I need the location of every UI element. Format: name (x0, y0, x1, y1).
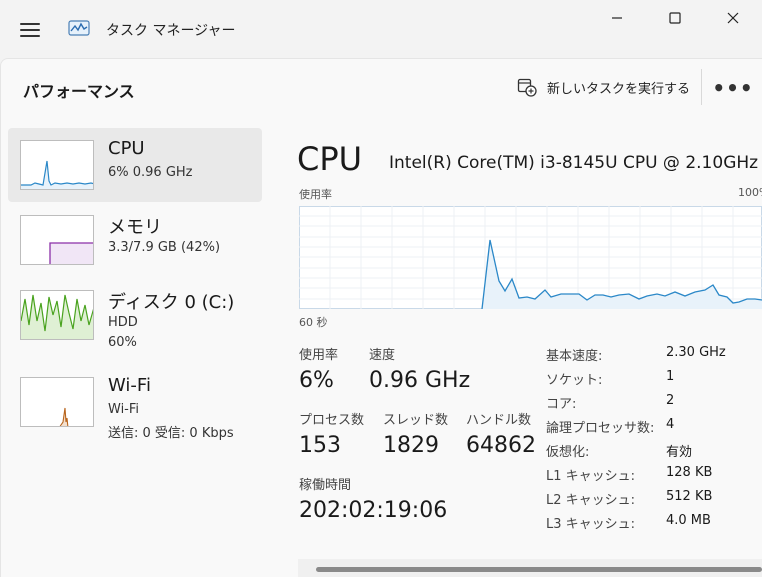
info-value: 2.30 GHz (666, 345, 726, 360)
info-key: L1 キャッシュ: (546, 469, 636, 484)
speed-value: 0.96 GHz (369, 368, 471, 393)
title-bar: タスク マネージャー (0, 0, 762, 58)
sidebar-item-label: CPU (108, 138, 145, 159)
info-key: 仮想化: (546, 445, 590, 460)
info-value: 4.0 MB (666, 513, 711, 528)
close-button[interactable] (706, 0, 760, 36)
sidebar-item-label: Wi-Fi (108, 375, 151, 396)
maximize-icon (669, 12, 681, 24)
page-header: パフォーマンス 新しいタスクを実行する ••• (0, 58, 762, 116)
cpu-usage-graph (299, 206, 762, 309)
run-new-task-button[interactable]: 新しいタスクを実行する (509, 71, 698, 103)
memory-thumbnail (20, 215, 94, 265)
sidebar-item-cpu[interactable]: CPU 6% 0.96 GHz (8, 128, 262, 202)
maximize-button[interactable] (648, 0, 702, 36)
info-value: 2 (666, 393, 675, 408)
sidebar-item-detail: 6% 0.96 GHz (108, 165, 193, 180)
sidebar-item-detail: HDD (108, 315, 138, 330)
info-value: 4 (666, 417, 675, 432)
cpu-thumbnail (20, 140, 94, 190)
sidebar-item-label: メモリ (108, 217, 162, 238)
minimize-icon (612, 17, 622, 19)
close-icon (727, 12, 739, 24)
handles-value: 64862 (466, 433, 536, 458)
info-key: ソケット: (546, 373, 603, 388)
info-key: L2 キャッシュ: (546, 493, 636, 508)
sidebar-item-throughput: 送信: 0 受信: 0 Kbps (108, 426, 234, 441)
uptime-value: 202:02:19:06 (299, 498, 448, 523)
info-key: 基本速度: (546, 349, 603, 364)
usage-label: 使用率 (299, 348, 339, 363)
threads-label: スレッド数 (383, 413, 449, 428)
task-manager-icon (68, 20, 90, 36)
cpu-heading: CPU (297, 140, 363, 178)
sidebar-item-memory[interactable]: メモリ 3.3/7.9 GB (42%) (8, 203, 262, 277)
window-title: タスク マネージャー (106, 23, 236, 39)
speed-label: 速度 (369, 348, 396, 363)
more-options-button[interactable]: ••• (712, 73, 753, 103)
threads-value: 1829 (383, 433, 439, 458)
page-title: パフォーマンス (23, 82, 135, 101)
graph-max-label: 100% (738, 186, 762, 199)
uptime-label: 稼働時間 (299, 478, 352, 493)
sidebar-item-usage: 60% (108, 335, 137, 350)
processes-label: プロセス数 (299, 413, 365, 428)
info-value: 128 KB (666, 465, 713, 480)
header-divider (701, 69, 702, 105)
info-value: 512 KB (666, 489, 713, 504)
info-value: 1 (666, 369, 675, 384)
cpu-model-name: Intel(R) Core(TM) i3-8145U CPU @ 2.10GHz (389, 153, 759, 173)
graph-time-label: 60 秒 (299, 316, 328, 329)
handles-label: ハンドル数 (466, 413, 532, 428)
info-key: L3 キャッシュ: (546, 517, 636, 532)
horizontal-scrollbar[interactable] (298, 559, 762, 577)
info-value: 有効 (666, 445, 693, 460)
sidebar-item-detail: 3.3/7.9 GB (42%) (108, 240, 221, 255)
sidebar-item-label: ディスク 0 (C:) (108, 292, 235, 313)
info-key: コア: (546, 397, 577, 412)
disk-thumbnail (20, 290, 94, 340)
sidebar-item-detail: Wi-Fi (108, 402, 140, 417)
info-key: 論理プロセッサ数: (546, 421, 655, 436)
scrollbar-thumb[interactable] (316, 567, 762, 572)
minimize-button[interactable] (590, 0, 644, 36)
wifi-thumbnail (20, 377, 94, 427)
run-task-icon (517, 78, 537, 97)
processes-value: 153 (299, 433, 341, 458)
sidebar-item-wifi[interactable]: Wi-Fi Wi-Fi 送信: 0 受信: 0 Kbps (8, 365, 262, 441)
run-new-task-label: 新しいタスクを実行する (547, 81, 691, 97)
sidebar-item-disk[interactable]: ディスク 0 (C:) HDD 60% (8, 278, 262, 352)
graph-axis-label: 使用率 (299, 188, 332, 201)
usage-value: 6% (299, 368, 334, 393)
hamburger-icon[interactable] (20, 22, 40, 38)
